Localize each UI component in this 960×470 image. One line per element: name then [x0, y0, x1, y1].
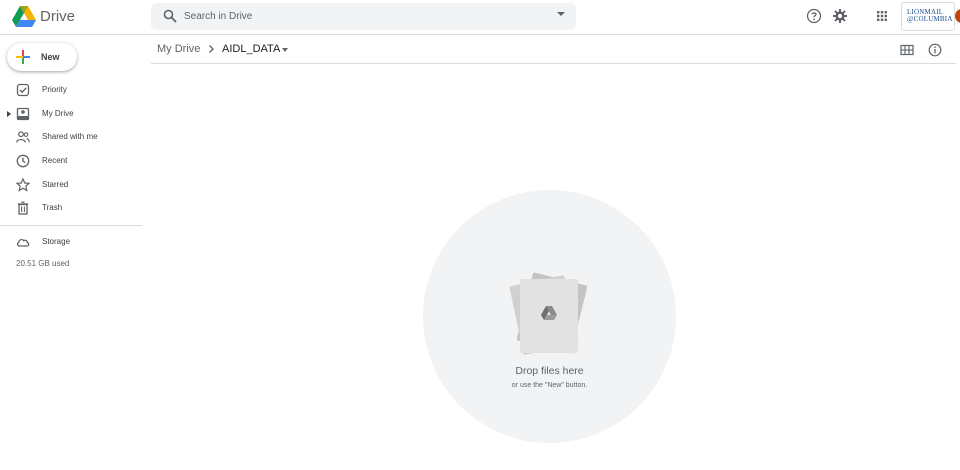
sidebar-item-my-drive[interactable]: My Drive	[0, 103, 142, 125]
expand-caret-icon[interactable]	[7, 111, 11, 117]
sidebar-item-priority[interactable]: Priority	[0, 79, 142, 101]
sidebar-item-trash[interactable]: Trash	[0, 197, 142, 219]
sidebar-item-starred[interactable]: Starred	[0, 174, 142, 196]
drop-files-illustration-icon	[509, 272, 588, 355]
priority-icon	[16, 83, 30, 97]
top-bar: Drive LIONMAIL @COLUM	[0, 0, 960, 35]
trash-icon	[17, 201, 29, 215]
search-icon[interactable]	[163, 9, 177, 23]
drop-files-subtitle: or use the "New" button.	[511, 382, 588, 389]
my-drive-icon	[16, 107, 30, 121]
sidebar-item-label: Starred	[42, 180, 69, 189]
avatar[interactable]	[955, 9, 960, 23]
org-logo-line2: @COLUMBIA	[907, 15, 953, 23]
cloud-icon	[16, 239, 30, 247]
sidebar-item-label: Storage	[42, 237, 71, 246]
settings-icon[interactable]	[832, 8, 848, 24]
star-icon	[16, 178, 30, 192]
main-toolbar: My Drive AIDL_DATA	[151, 36, 956, 64]
folder-menu-dropdown-icon[interactable]	[282, 48, 288, 52]
search-options-dropdown-icon[interactable]	[557, 12, 565, 16]
org-logo[interactable]: LIONMAIL @COLUMBIA	[901, 2, 955, 31]
search-bar[interactable]	[151, 3, 576, 30]
drop-files-title: Drop files here	[515, 365, 584, 377]
sidebar-item-label: Trash	[42, 203, 63, 212]
sidebar-item-label: My Drive	[42, 109, 74, 118]
grid-view-icon[interactable]	[900, 43, 914, 57]
storage-used-text: 20.51 GB used	[16, 259, 70, 268]
breadcrumb-my-drive[interactable]: My Drive	[157, 43, 200, 55]
sidebar-item-storage[interactable]: Storage	[0, 231, 142, 253]
sidebar-item-recent[interactable]: Recent	[0, 150, 142, 172]
drive-logo-icon[interactable]	[12, 6, 36, 28]
shared-icon	[16, 131, 30, 143]
app-title[interactable]: Drive	[40, 8, 75, 25]
sidebar-item-shared[interactable]: Shared with me	[0, 126, 142, 148]
sidebar-item-label: Recent	[42, 156, 68, 165]
search-input[interactable]	[184, 7, 534, 26]
sidebar-item-label: Shared with me	[42, 132, 98, 141]
apps-icon[interactable]	[874, 8, 890, 24]
new-button-label: New	[41, 52, 60, 62]
chevron-right-icon	[209, 45, 214, 53]
help-icon[interactable]	[806, 8, 822, 24]
plus-icon	[16, 50, 30, 64]
sidebar-divider	[0, 225, 142, 226]
sidebar-item-label: Priority	[42, 85, 67, 94]
clock-icon	[16, 154, 30, 168]
info-icon[interactable]	[928, 43, 942, 57]
breadcrumb-current-folder[interactable]: AIDL_DATA	[222, 43, 280, 55]
new-button[interactable]: New	[7, 43, 77, 71]
